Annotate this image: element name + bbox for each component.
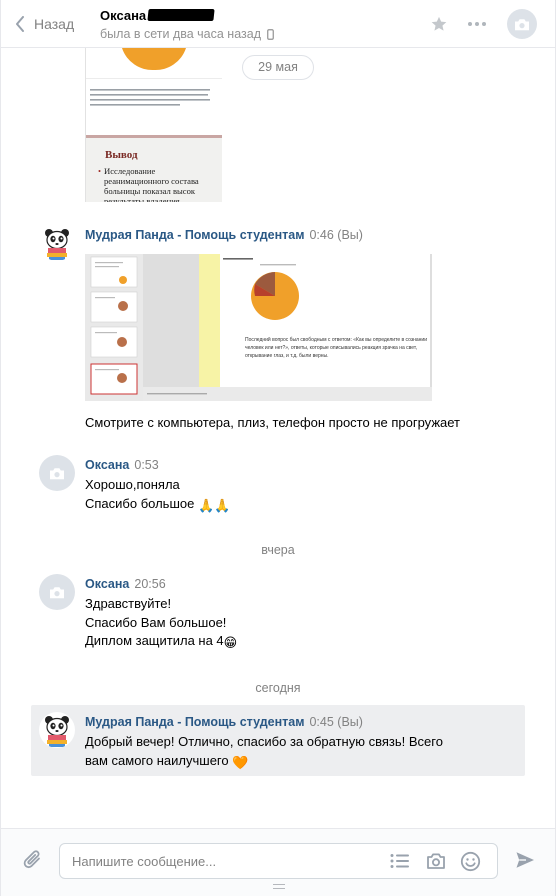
message-history[interactable]: Вывод • Исследование реанимационного сос… <box>1 48 555 828</box>
template-list-icon[interactable] <box>390 853 410 869</box>
camera-icon[interactable] <box>426 852 446 870</box>
message-author[interactable]: Оксана 20:56 <box>85 577 166 591</box>
peer-avatar[interactable] <box>39 574 75 610</box>
more-icon[interactable] <box>467 21 487 27</box>
peer-avatar[interactable] <box>39 455 75 491</box>
send-icon[interactable] <box>515 851 535 869</box>
message-time[interactable]: 0:45 (Вы) <box>309 715 362 729</box>
peer-name[interactable]: Оксана <box>100 8 215 23</box>
message-author[interactable]: Мудрая Панда - Помощь студентам 0:46 (Вы) <box>85 228 363 242</box>
praying-hands-emoji: 🙏🙏 <box>197 497 231 513</box>
bullet-dot: • <box>98 166 102 176</box>
redaction-bar <box>147 9 215 21</box>
camera-icon <box>50 586 64 598</box>
message: Оксана 0:53 Хорошо,поняла Спасибо большое… <box>31 450 525 514</box>
message-time[interactable]: 0:53 <box>134 458 158 472</box>
panda-avatar[interactable] <box>39 225 75 261</box>
document-heading: Вывод <box>105 149 138 161</box>
star-icon[interactable] <box>430 15 448 33</box>
message-input-field[interactable] <box>59 843 498 879</box>
message: Мудрая Панда - Помощь студентам 0:45 (Вы)… <box>31 705 525 776</box>
message-author[interactable]: Оксана 0:53 <box>85 458 159 472</box>
message-time[interactable]: 0:46 (Вы) <box>309 228 362 242</box>
date-separator: сегодня <box>255 681 301 695</box>
chevron-left-icon <box>16 16 24 32</box>
document-image-attachment[interactable]: Вывод • Исследование реанимационного сос… <box>85 48 222 202</box>
peer-avatar[interactable] <box>507 9 537 39</box>
camera-icon <box>515 18 529 30</box>
date-separator: вчера <box>261 543 295 557</box>
message-text: Смотрите с компьютера, плиз, телефон про… <box>85 415 461 430</box>
grinning-emoji: 😁 <box>223 635 238 650</box>
peer-status: была в сети два часа назад <box>100 27 274 41</box>
message-input[interactable] <box>72 852 372 870</box>
chat-window: Назад Оксана была в сети два часа назад <box>0 0 556 896</box>
message: Мудрая Панда - Помощь студентам 0:46 (Вы) <box>31 222 525 432</box>
message: Оксана 20:56 Здравствуйте! Спасибо Вам бо… <box>31 569 525 653</box>
screenshot-graphic <box>85 254 432 401</box>
panda-avatar-image <box>39 712 75 748</box>
document-bullet: • Исследование реанимационного состава б… <box>98 166 199 202</box>
screenshot-caption: Последний вопрос был свободным с ответом… <box>245 337 428 359</box>
message-time[interactable]: 20:56 <box>134 577 165 591</box>
mobile-phone-icon <box>267 28 274 40</box>
date-pill[interactable]: 29 мая <box>242 55 314 80</box>
smile-icon[interactable] <box>460 851 481 872</box>
resize-handle[interactable] <box>273 884 285 889</box>
orange-heart-emoji: 🧡 <box>232 754 249 770</box>
chat-header: Назад Оксана была в сети два часа назад <box>1 0 555 48</box>
back-label: Назад <box>34 16 75 32</box>
message-text: Здравствуйте! Спасибо Вам большое! Дипло… <box>85 595 465 653</box>
paperclip-icon[interactable] <box>22 848 44 872</box>
panda-avatar-image <box>39 225 75 261</box>
screenshot-attachment[interactable]: Последний вопрос был свободным с ответом… <box>85 254 432 401</box>
message-author[interactable]: Мудрая Панда - Помощь студентам 0:45 (Вы) <box>85 715 363 729</box>
back-button[interactable]: Назад <box>15 13 74 35</box>
panda-avatar[interactable] <box>39 712 75 748</box>
message-text: Хорошо,поняла Спасибо большое 🙏🙏 <box>85 476 465 515</box>
camera-icon <box>50 467 64 479</box>
message-text: Добрый вечер! Отлично, спасибо за обратн… <box>85 733 505 772</box>
